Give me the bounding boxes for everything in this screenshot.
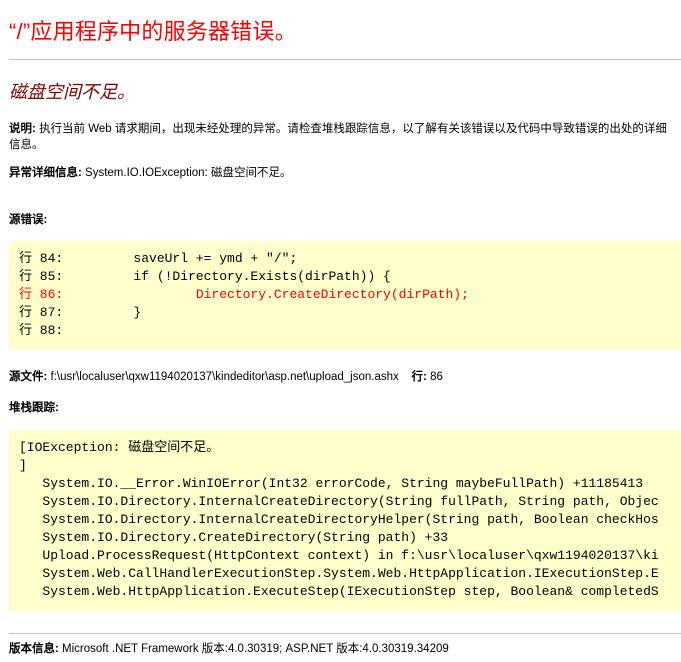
stack-trace-line: System.Web.CallHandlerExecutionStep.Syst… (19, 566, 659, 581)
source-line-label: 行: (411, 371, 427, 383)
version-info-label: 版本信息: (9, 643, 59, 655)
stack-trace-line: System.IO.__Error.WinIOError(Int32 error… (19, 476, 644, 491)
exception-details-label: 异常详细信息: (9, 167, 82, 179)
source-code: 行 84: saveUrl += ymd + "/"; 行 85: if (!Di… (19, 250, 469, 340)
exception-details-text: System.IO.IOException: 磁盘空间不足。 (85, 167, 292, 179)
source-line-highlighted: 行 86: Directory.CreateDirectory(dirPath)… (19, 287, 469, 302)
exception-details: 异常详细信息: System.IO.IOException: 磁盘空间不足。 (9, 165, 291, 181)
page-title: “/”应用程序中的服务器错误。 (9, 19, 297, 44)
source-line: 行 85: if (!Directory.Exists(dirPath)) { (19, 269, 391, 284)
stack-trace-heading: 堆栈跟踪: (9, 402, 59, 414)
stack-trace-line: System.Web.HttpApplication.ExecuteStep(I… (19, 584, 659, 599)
stack-trace-code: [IOException: 磁盘空间不足。] System.IO.__Error… (19, 439, 659, 601)
stack-trace-line: [IOException: 磁盘空间不足。 (19, 440, 220, 455)
source-file-label: 源文件: (9, 371, 48, 383)
description: 说明: 执行当前 Web 请求期间，出现未经处理的异常。请检查堆栈跟踪信息，以了… (9, 121, 675, 153)
stack-trace-line: System.IO.Directory.InternalCreateDirect… (19, 512, 659, 527)
version-info-text: Microsoft .NET Framework 版本:4.0.30319; A… (62, 643, 449, 655)
error-page: “/”应用程序中的服务器错误。 磁盘空间不足。 说明: 执行当前 Web 请求期… (0, 0, 681, 662)
version-info: 版本信息: Microsoft .NET Framework 版本:4.0.30… (9, 641, 449, 657)
source-file-path: f:\usr\localuser\qxw1194020137\kindedito… (50, 371, 399, 383)
source-line: 行 88: (19, 323, 64, 338)
source-line: 行 84: saveUrl += ymd + "/"; (19, 251, 298, 266)
stack-trace-line: ] (19, 458, 27, 473)
description-text: 执行当前 Web 请求期间，出现未经处理的异常。请检查堆栈跟踪信息，以了解有关该… (9, 123, 667, 151)
description-label: 说明: (9, 123, 36, 135)
source-error-box: 行 84: saveUrl += ymd + "/"; 行 85: if (!Di… (9, 241, 681, 350)
source-line: 行 87: } (19, 305, 142, 320)
stack-trace-line: System.IO.Directory.CreateDirectory(Stri… (19, 530, 449, 545)
title-divider (9, 59, 681, 60)
footer-divider (9, 633, 681, 634)
source-line-number: 86 (430, 371, 443, 383)
source-error-heading: 源错误: (9, 214, 48, 226)
stack-trace-line: Upload.ProcessRequest(HttpContext contex… (19, 548, 659, 563)
stack-trace-line: System.IO.Directory.InternalCreateDirect… (19, 494, 659, 509)
stack-trace-box[interactable]: [IOException: 磁盘空间不足。] System.IO.__Error… (9, 430, 681, 611)
source-file: 源文件: f:\usr\localuser\qxw1194020137\kind… (9, 369, 443, 385)
error-message: 磁盘空间不足。 (9, 82, 135, 102)
